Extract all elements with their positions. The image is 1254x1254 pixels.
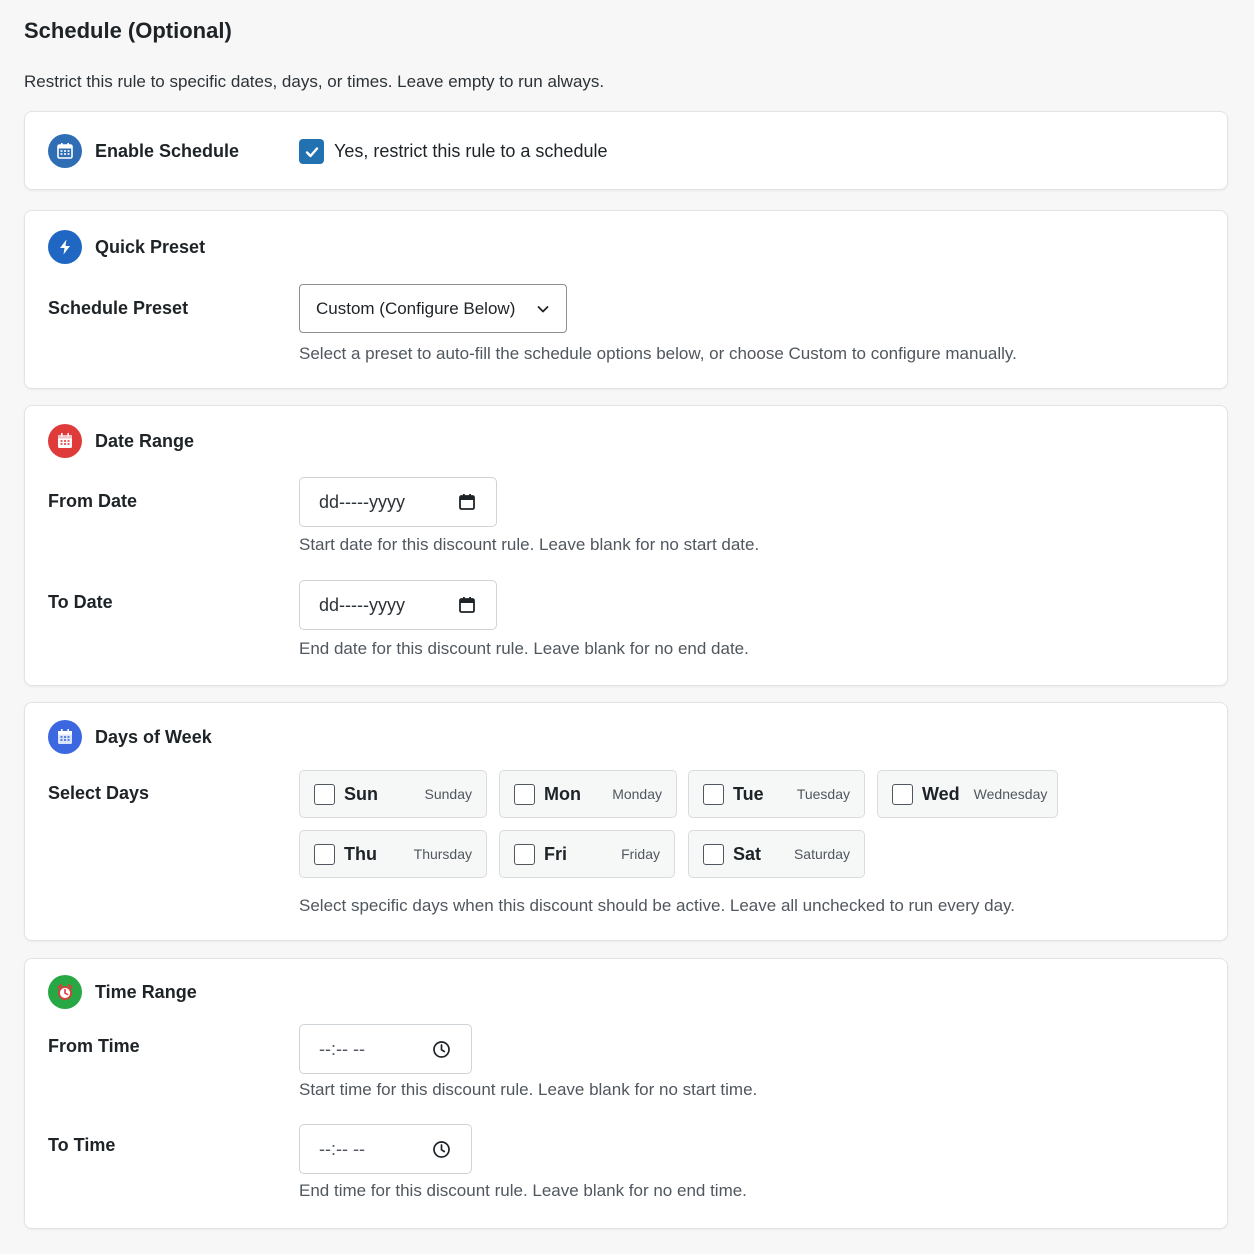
calendar-icon <box>48 720 82 754</box>
select-days-help: Select specific days when this discount … <box>299 896 1015 915</box>
from-date-help: Start date for this discount rule. Leave… <box>299 535 760 554</box>
quick-preset-header: Quick Preset <box>48 230 205 264</box>
from-time-input[interactable]: --:-- -- <box>299 1024 472 1074</box>
day-full-label: Monday <box>612 786 662 802</box>
checkmark-icon <box>305 146 318 157</box>
chevron-down-icon <box>537 305 549 312</box>
days-of-week-title: Days of Week <box>95 726 212 747</box>
day-full-label: Tuesday <box>796 786 850 802</box>
schedule-preset-help: Select a preset to auto-fill the schedul… <box>299 344 1017 363</box>
page-description: Restrict this rule to specific dates, da… <box>24 72 605 91</box>
day-full-label: Saturday <box>793 846 850 862</box>
day-full-label: Thursday <box>413 846 472 862</box>
day-option-sun[interactable]: Sun Sunday <box>299 770 487 818</box>
to-time-help: End time for this discount rule. Leave b… <box>299 1181 747 1200</box>
day-checkbox[interactable] <box>514 843 535 865</box>
clock-icon[interactable] <box>432 1140 451 1159</box>
schedule-preset-selected-value: Custom (Configure Below) <box>316 298 516 318</box>
quick-preset-title: Quick Preset <box>95 236 206 257</box>
select-days-label: Select Days <box>48 783 150 803</box>
from-time-label: From Time <box>48 1036 140 1056</box>
days-of-week-card: Days of Week Select Days Sun Sunday Mon … <box>24 702 1228 941</box>
calendar-picker-icon[interactable] <box>458 493 476 511</box>
from-time-placeholder: --:-- -- <box>319 1038 365 1059</box>
from-date-input[interactable]: dd-----yyyy <box>299 477 497 527</box>
day-option-mon[interactable]: Mon Monday <box>499 770 677 818</box>
enable-schedule-header: Enable Schedule <box>48 134 239 168</box>
day-short-label: Sun <box>344 783 378 804</box>
day-short-label: Thu <box>344 843 377 864</box>
enable-schedule-title: Enable Schedule <box>95 140 240 161</box>
enable-schedule-checkbox-label[interactable]: Yes, restrict this rule to a schedule <box>334 141 607 162</box>
time-range-header: Time Range <box>48 975 197 1009</box>
clock-icon[interactable] <box>432 1040 451 1059</box>
to-time-placeholder: --:-- -- <box>319 1138 365 1159</box>
from-date-label: From Date <box>48 491 138 511</box>
day-full-label: Wednesday <box>973 786 1048 802</box>
day-checkbox[interactable] <box>314 843 335 865</box>
to-date-placeholder: dd-----yyyy <box>319 594 405 615</box>
day-checkbox[interactable] <box>892 783 913 805</box>
day-option-tue[interactable]: Tue Tuesday <box>688 770 865 818</box>
time-range-title: Time Range <box>95 981 197 1002</box>
schedule-preset-select[interactable]: Custom (Configure Below) <box>299 284 567 333</box>
day-option-fri[interactable]: Fri Friday <box>499 830 675 878</box>
page-title: Schedule (Optional) <box>24 18 232 43</box>
to-date-input[interactable]: dd-----yyyy <box>299 580 497 630</box>
days-of-week-header: Days of Week <box>48 720 212 754</box>
day-short-label: Fri <box>544 843 568 864</box>
day-checkbox[interactable] <box>314 783 335 805</box>
day-short-label: Wed <box>922 783 960 804</box>
day-short-label: Mon <box>544 783 581 804</box>
calendar-picker-icon[interactable] <box>458 596 476 614</box>
day-option-sat[interactable]: Sat Saturday <box>688 830 865 878</box>
day-option-wed[interactable]: Wed Wednesday <box>877 770 1058 818</box>
enable-schedule-checkbox-row[interactable]: Yes, restrict this rule to a schedule <box>299 139 607 164</box>
alarm-clock-icon <box>48 975 82 1009</box>
to-date-label: To Date <box>48 592 113 612</box>
to-time-label: To Time <box>48 1135 116 1155</box>
to-date-help: End date for this discount rule. Leave b… <box>299 639 749 658</box>
day-checkbox[interactable] <box>514 783 535 805</box>
lightning-icon <box>48 230 82 264</box>
enable-schedule-checkbox[interactable] <box>299 139 324 164</box>
to-time-input[interactable]: --:-- -- <box>299 1124 472 1174</box>
day-full-label: Sunday <box>424 786 472 802</box>
from-time-help: Start time for this discount rule. Leave… <box>299 1080 758 1099</box>
day-checkbox[interactable] <box>703 783 724 805</box>
day-checkbox[interactable] <box>703 843 724 865</box>
date-range-card: Date Range From Date dd-----yyyy Start d… <box>24 405 1228 686</box>
from-date-placeholder: dd-----yyyy <box>319 491 405 512</box>
day-full-label: Friday <box>621 846 660 862</box>
calendar-icon <box>48 424 82 458</box>
day-short-label: Tue <box>733 783 764 804</box>
schedule-preset-label: Schedule Preset <box>48 298 189 318</box>
quick-preset-card: Quick Preset Schedule Preset Custom (Con… <box>24 210 1228 389</box>
date-range-header: Date Range <box>48 424 194 458</box>
enable-schedule-card: Enable Schedule Yes, restrict this rule … <box>24 111 1228 190</box>
date-range-title: Date Range <box>95 430 195 451</box>
calendar-icon <box>48 134 82 168</box>
time-range-card: Time Range From Time --:-- -- Start time… <box>24 958 1228 1229</box>
day-short-label: Sat <box>733 843 762 864</box>
day-option-thu[interactable]: Thu Thursday <box>299 830 487 878</box>
